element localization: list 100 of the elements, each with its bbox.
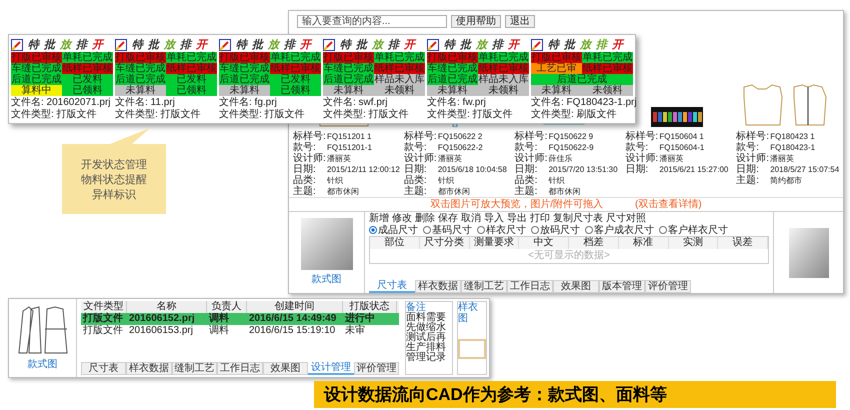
table-cell-text: 201606153.prj — [128, 325, 194, 337]
field-value: 针织 — [327, 175, 343, 186]
logo-character: 批 — [460, 38, 471, 50]
photo-placeholder — [300, 218, 352, 270]
toolbar-button[interactable]: 修改 — [392, 212, 412, 224]
edit-logo-icon — [11, 38, 23, 50]
field-value: FQ150604 1 — [659, 131, 704, 142]
tab[interactable]: 样衣数据 — [415, 280, 461, 293]
photo-caption: 款式图 — [312, 272, 342, 287]
field-label: 品类: — [404, 175, 428, 186]
status-chip: 未算料 — [427, 85, 478, 96]
tab[interactable]: 版本管理 — [599, 280, 645, 293]
toolbar-button[interactable]: 使用帮助 — [451, 14, 501, 28]
field-value: 简约都市 — [770, 175, 802, 186]
field-label: 标样号: — [625, 131, 660, 142]
radio-button[interactable] — [477, 226, 485, 234]
toolbar-button[interactable]: 导出 — [507, 212, 527, 224]
field-value: FQ150622 9 — [548, 131, 594, 142]
status-chip: 后道已完成 — [427, 74, 478, 85]
tab[interactable]: 工作日志 — [507, 280, 553, 293]
toolbar-button[interactable]: 取消 — [461, 212, 481, 224]
table-cell-text: 调料 — [208, 313, 230, 324]
empty-table-message: <无可显示的数据> — [527, 249, 611, 263]
drawing-caption: 款式图 — [28, 358, 58, 372]
tab[interactable]: 缝制工艺 — [461, 280, 507, 293]
notice-text: (双击查看详情) — [635, 198, 702, 212]
tab[interactable]: 尺寸表 — [81, 362, 126, 375]
field-value: FQ150622 2 — [438, 131, 482, 142]
toolbar-button[interactable]: 打印 — [530, 212, 550, 224]
field-value: 潘丽英 — [659, 153, 684, 164]
field-label: 设计师: — [625, 153, 660, 164]
table-cell-text: 201606152.prj — [128, 313, 196, 325]
status-chip: 纸样已审核 — [582, 63, 633, 74]
logo-character: 放 — [580, 38, 591, 50]
toolbar-button[interactable]: 复制尺寸表 — [553, 212, 603, 224]
file-type-text: 文件类型: 刷版文件 — [531, 109, 618, 121]
field-value: 潘丽英 — [327, 153, 351, 164]
field-label: 款号: — [293, 142, 317, 153]
radio-button[interactable] — [423, 226, 431, 234]
status-chip: 单耗已完成 — [582, 52, 633, 63]
status-chip: 未领料 — [582, 85, 633, 96]
field-label: 设计师: — [404, 153, 438, 164]
field-value: 都市休闲 — [548, 186, 581, 197]
status-chip: 已领料 — [62, 85, 113, 96]
tab[interactable]: 工作日志 — [217, 362, 263, 375]
file-name-text: 文件名: fw.prj — [427, 97, 487, 108]
logo-character: 特 — [444, 38, 455, 50]
logo-character: 放 — [372, 38, 383, 50]
tab[interactable]: 尺寸表 — [369, 280, 415, 293]
coat-drawing — [16, 304, 68, 356]
tab[interactable]: 评价管理 — [354, 362, 400, 375]
tab[interactable]: 评价管理 — [645, 280, 691, 293]
field-label: 主题: — [293, 186, 317, 197]
tab[interactable]: 效果图 — [262, 362, 308, 375]
radio-button[interactable] — [585, 226, 593, 234]
radio-button[interactable] — [531, 226, 539, 234]
column-header: 部位 — [370, 237, 420, 249]
radio-button[interactable] — [659, 226, 667, 234]
tab[interactable]: 设计管理 — [308, 362, 354, 375]
toolbar-button[interactable]: 导入 — [484, 212, 504, 224]
status-chip: 后道已完成 — [11, 74, 62, 85]
logo-character: 排 — [492, 38, 503, 50]
file-type-text: 文件类型: 打版文件 — [11, 109, 98, 121]
toolbar-button[interactable]: 保存 — [438, 212, 458, 224]
field-label: 日期: — [736, 164, 760, 175]
field-value: 潘丽英 — [770, 153, 794, 164]
file-type-text: 文件类型: 打版文件 — [427, 109, 514, 121]
toolbar-button[interactable]: 删除 — [415, 212, 435, 224]
notice-text: 双击图片可放大预览，图片/附件可拖入 — [430, 198, 604, 212]
logo-character: 开 — [196, 38, 207, 50]
thumbnail-title: 样衣图 — [458, 302, 479, 324]
toolbar-button[interactable]: 新增 — [369, 212, 389, 224]
logo-character: 放 — [268, 38, 279, 50]
toolbar-button[interactable]: 尺寸对照 — [606, 212, 646, 224]
tab[interactable]: 样衣数据 — [126, 362, 172, 375]
status-chip: 纸样已审核 — [166, 63, 217, 74]
logo-character: 开 — [92, 38, 103, 50]
notes-text: 面料需要先做缩水测试后再生产排料管理记录 — [406, 313, 447, 363]
radio-button[interactable] — [369, 226, 377, 234]
table-row[interactable]: 打版文件 201606152.prj 调料 2016/6/15 14:49:49 进行中 — [81, 313, 399, 325]
field-label: 标样号: — [736, 131, 770, 142]
radio-label: 样衣尺寸 — [486, 224, 526, 236]
tab[interactable]: 效果图 — [553, 280, 599, 293]
column-header: 标准 — [618, 237, 668, 249]
logo-character: 放 — [60, 38, 71, 50]
status-chip: 已发料 — [270, 74, 321, 85]
status-chip: 未领料 — [478, 85, 529, 96]
status-chip: 已领料 — [166, 85, 217, 96]
status-chip: 纸样已审核 — [374, 63, 425, 74]
field-value: FQ180423-1 — [770, 142, 816, 153]
tab[interactable]: 缝制工艺 — [172, 362, 218, 375]
radio-label: 放码尺寸 — [540, 224, 580, 236]
status-chip: 车缝已完成 — [115, 63, 166, 74]
field-value: FQ150622-9 — [548, 142, 594, 153]
callout-text: 物料状态提醒 — [81, 172, 147, 186]
file-name-text: 文件名: 11.prj — [115, 97, 176, 108]
status-chip: 后道已完成 — [531, 74, 633, 85]
status-chip: 纸样已审核 — [478, 63, 529, 74]
toolbar-button[interactable]: 退出 — [505, 14, 535, 28]
callout-text: 异样标识 — [92, 186, 136, 202]
